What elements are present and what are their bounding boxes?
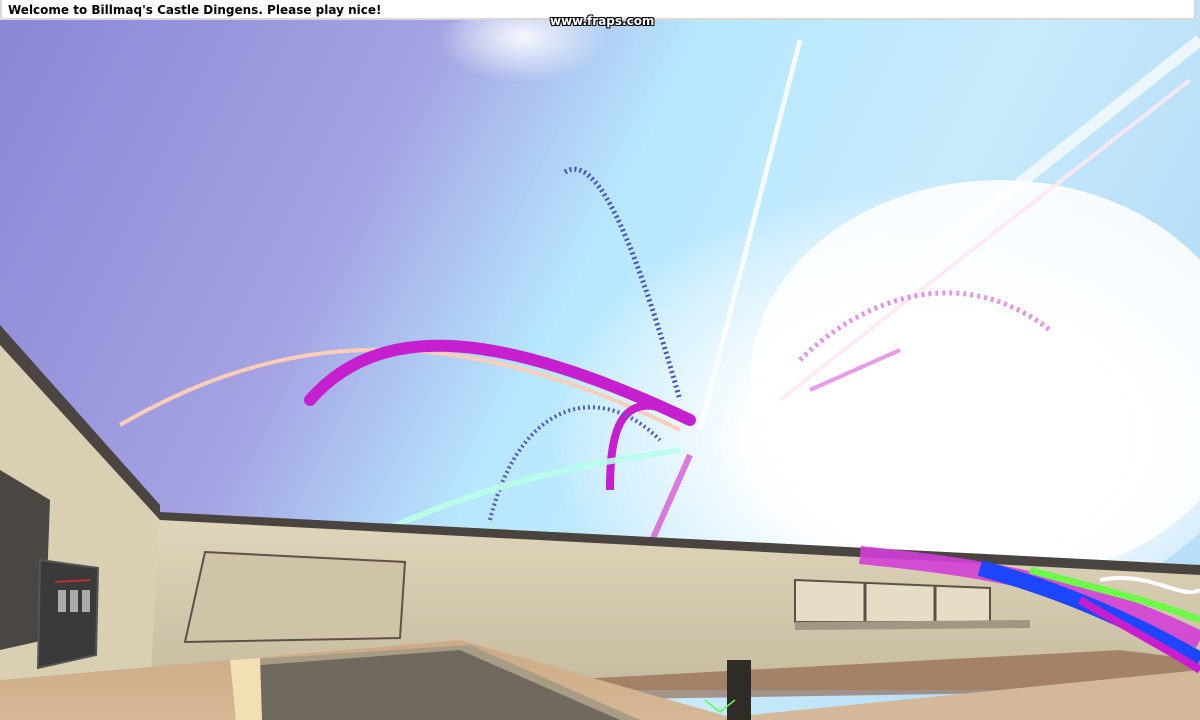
fraps-watermark: www.fraps.com	[550, 14, 655, 28]
game-viewport[interactable]: Welcome to Billmaq's Castle Dingens. Ple…	[0, 0, 1200, 720]
post	[727, 660, 751, 720]
panel-button[interactable]	[70, 590, 78, 612]
wall-window	[183, 550, 407, 644]
panel-button[interactable]	[58, 590, 66, 612]
control-panel[interactable]	[36, 558, 100, 670]
wall-window	[794, 578, 991, 623]
scene-canvas	[0, 0, 1200, 720]
panel-button[interactable]	[82, 590, 90, 612]
chat-message: Welcome to Billmaq's Castle Dingens. Ple…	[8, 3, 382, 17]
